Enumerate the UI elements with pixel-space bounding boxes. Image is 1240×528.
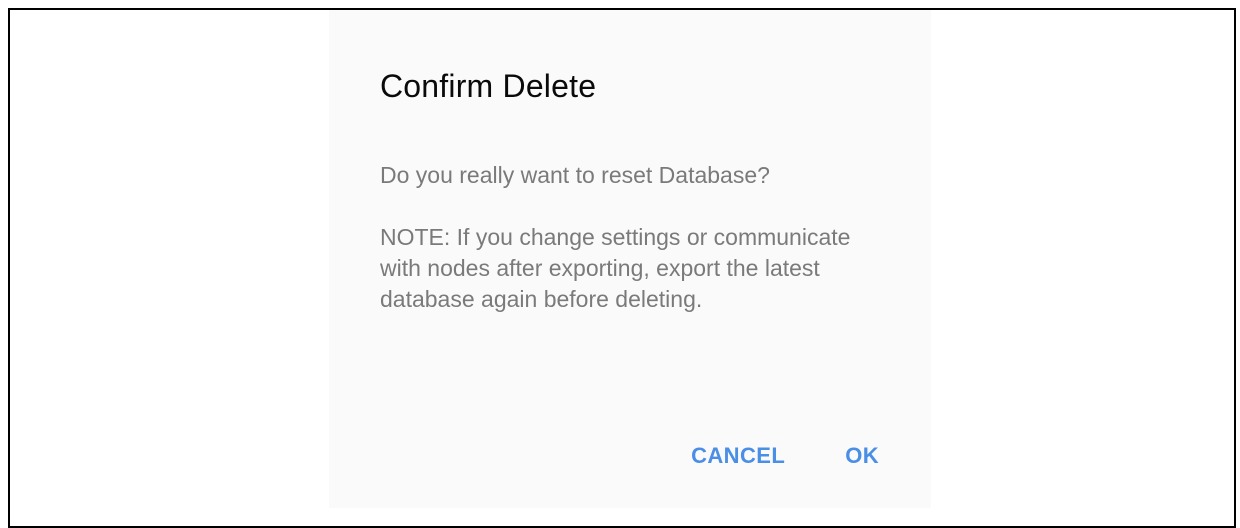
ok-button[interactable]: OK <box>845 443 879 469</box>
dialog-note: NOTE: If you change settings or communic… <box>380 224 851 312</box>
confirm-delete-dialog: Confirm Delete Do you really want to res… <box>329 10 931 508</box>
dialog-body: Do you really want to reset Database? NO… <box>380 160 860 346</box>
dialog-message: Do you really want to reset Database? <box>380 162 770 188</box>
cancel-button[interactable]: CANCEL <box>691 443 785 469</box>
dialog-actions: CANCEL OK <box>691 443 879 469</box>
dialog-title: Confirm Delete <box>380 68 597 104</box>
